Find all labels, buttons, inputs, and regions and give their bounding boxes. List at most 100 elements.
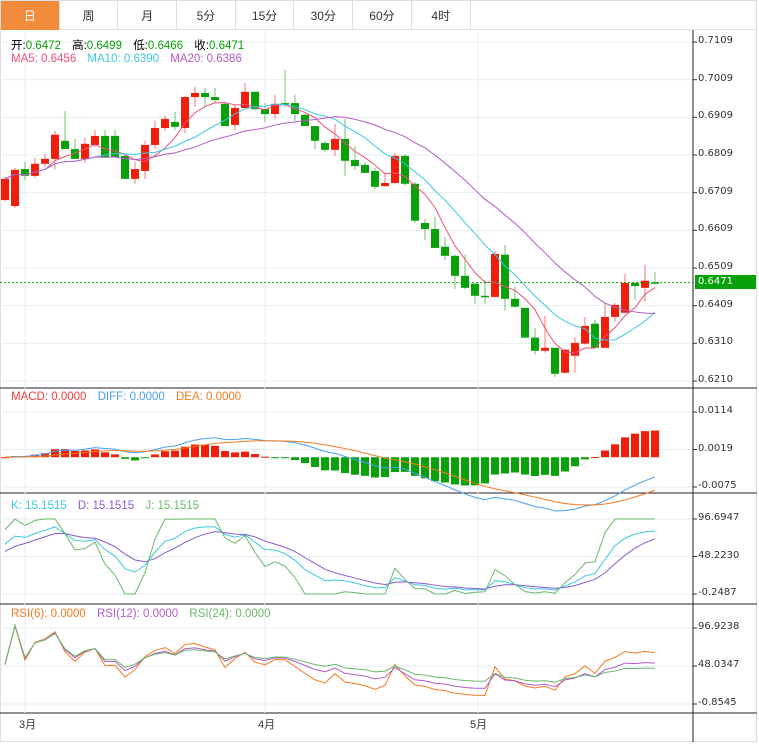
rsi24-line (4, 623, 656, 683)
macd-bar (91, 449, 99, 458)
candle-up (641, 280, 649, 288)
j-value: J: 15.1515 (145, 500, 200, 512)
candle-down (431, 229, 439, 248)
price-axis-label: 0.6409 (698, 298, 733, 310)
low-value: 0.6466 (147, 40, 184, 52)
candle-up (131, 169, 139, 179)
ma-legend: MA5: 0.6456 MA10: 0.6390 MA20: 0.6386 (11, 53, 250, 65)
low-label: 低: (133, 40, 148, 52)
macd-bar (581, 457, 589, 460)
macd-bar (641, 431, 649, 458)
candle-down (531, 337, 539, 351)
candle-down (451, 255, 459, 276)
macd-bar (161, 451, 169, 458)
macd-bar (331, 457, 339, 471)
macd-bar (311, 457, 319, 467)
candle-up (161, 118, 169, 128)
candle-down (341, 138, 349, 161)
candle-down (171, 121, 179, 127)
macd-bar (111, 454, 119, 458)
macd-bar (571, 457, 579, 467)
rsi-axis-label: -0.8545 (698, 697, 737, 708)
macd-bar (141, 457, 149, 459)
candle-down (511, 298, 519, 307)
dea-value: DEA: 0.0000 (175, 391, 242, 403)
diff-value: DIFF: 0.0000 (97, 391, 165, 403)
candle-up (491, 253, 499, 297)
candle-up (151, 127, 159, 145)
macd-axis-label: 0.0019 (698, 442, 733, 454)
candle-down (351, 160, 359, 167)
macd-bar (201, 444, 209, 458)
macd-axis-label: -0.0075 (698, 480, 737, 491)
macd-bar (611, 444, 619, 458)
high-label: 高: (72, 40, 87, 52)
high-value: 0.6499 (86, 40, 122, 52)
candle-down (631, 282, 639, 286)
candle-up (601, 316, 609, 348)
rsi24-value: RSI(24): 0.0000 (189, 608, 271, 620)
candle-down (501, 254, 509, 299)
kdj-axis-label: 48.2230 (698, 549, 740, 561)
ma5-value: MA5: 0.6456 (11, 53, 77, 65)
macd-bar (241, 451, 249, 458)
candle-up (231, 107, 239, 125)
kline-chart[interactable] (0, 0, 759, 742)
candle-up (41, 158, 49, 164)
macd-bar (291, 457, 299, 461)
candle-down (61, 140, 69, 150)
candle-down (411, 183, 419, 221)
macd-bar (401, 457, 409, 472)
candle-down (471, 283, 479, 296)
price-axis-label: 0.7109 (698, 35, 733, 46)
macd-bar (271, 457, 279, 459)
candle-down (311, 126, 319, 141)
price-axis-label: 0.7009 (698, 72, 733, 84)
x-label-may: 5月 (470, 719, 488, 731)
open-value: 0.6472 (25, 40, 61, 52)
candle-up (621, 282, 629, 313)
rsi6-value: RSI(6): 0.0000 (11, 608, 86, 620)
candle-up (31, 163, 39, 176)
last-price-tag: 0.6471 (695, 275, 756, 289)
ohlc-legend: 开:0.6472 高:0.6499 低:0.6466 收:0.6471 (11, 37, 252, 53)
macd-bar (651, 430, 659, 458)
candle-up (1, 178, 9, 200)
macd-bar (221, 451, 229, 458)
macd-bar (631, 433, 639, 458)
candle-down (551, 347, 559, 374)
d-value: D: 15.1515 (77, 500, 135, 512)
macd-legend: MACD: 0.0000 DIFF: 0.0000 DEA: 0.0000 (11, 391, 249, 403)
macd-bar (591, 456, 599, 458)
candle-down (441, 246, 449, 256)
k-value: K: 15.1515 (11, 500, 67, 512)
macd-bar (551, 457, 559, 476)
price-axis-label: 0.6509 (698, 261, 733, 272)
macd-bar (541, 457, 549, 475)
close-label: 收: (194, 40, 209, 52)
candle-down (521, 307, 529, 338)
candle-up (331, 138, 339, 150)
macd-bar (441, 457, 449, 483)
kdj-axis-label: 96.6947 (698, 512, 740, 523)
candle-up (561, 349, 569, 373)
candle-down (211, 97, 219, 101)
macd-axis-label: 0.0114 (698, 405, 733, 416)
macd-bar (501, 457, 509, 474)
macd-bar (481, 457, 489, 484)
macd-bar (531, 457, 539, 477)
macd-bar (371, 457, 379, 478)
candle-up (571, 342, 579, 356)
candle-down (321, 143, 329, 150)
price-axis-label: 0.6210 (698, 374, 733, 385)
macd-bar (261, 456, 269, 458)
macd-bar (131, 457, 139, 461)
macd-bar (511, 457, 519, 473)
macd-bar (171, 450, 179, 458)
macd-bar (71, 450, 79, 458)
rsi12-value: RSI(12): 0.0000 (97, 608, 179, 620)
macd-bar (251, 454, 259, 458)
macd-bar (81, 450, 89, 458)
candle-down (481, 295, 489, 298)
candle-up (381, 183, 389, 187)
